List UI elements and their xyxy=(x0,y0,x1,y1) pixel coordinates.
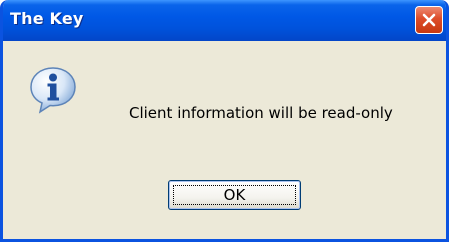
dialog-message: Client information will be read-only xyxy=(129,104,393,122)
message-dialog: The Key Client information will be read-… xyxy=(0,0,449,242)
ok-button[interactable]: OK xyxy=(168,180,301,210)
information-icon xyxy=(30,67,76,114)
title-bar[interactable]: The Key xyxy=(3,0,446,41)
ok-button-label: OK xyxy=(223,186,246,204)
close-button[interactable] xyxy=(415,6,443,34)
dialog-title: The Key xyxy=(10,9,84,28)
close-icon xyxy=(422,13,436,27)
